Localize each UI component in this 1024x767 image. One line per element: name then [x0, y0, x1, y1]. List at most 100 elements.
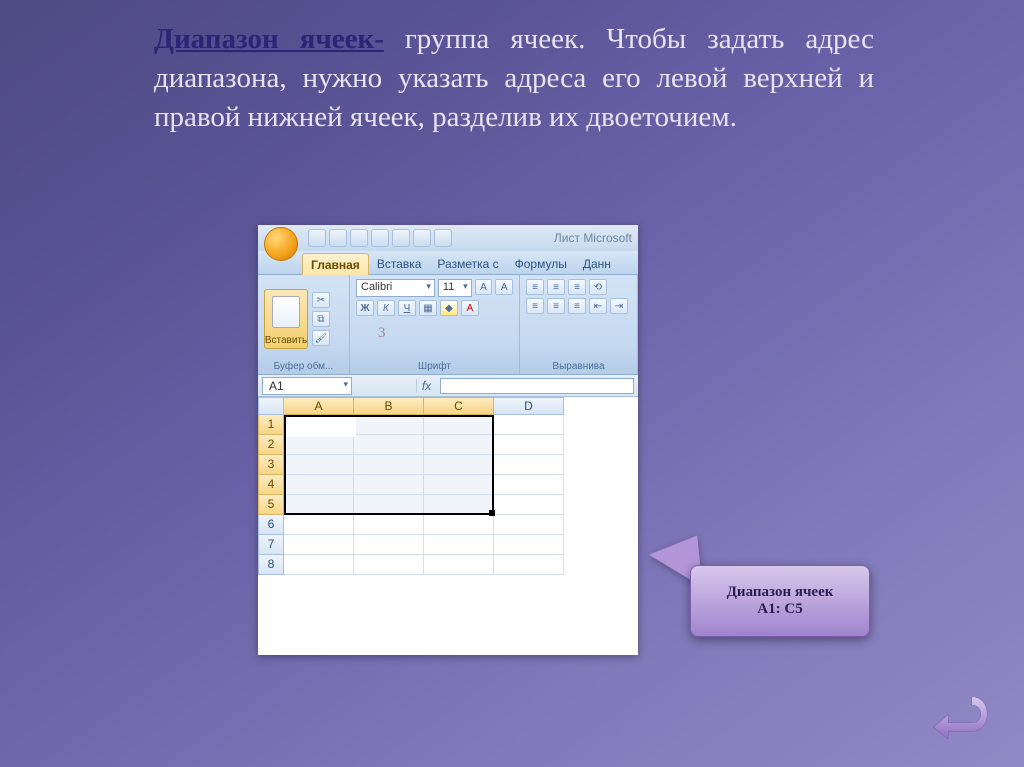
row-header[interactable]: 4	[258, 475, 284, 495]
align-bottom-icon[interactable]: ≡	[568, 279, 586, 295]
format-painter-icon[interactable]: 🖌	[312, 330, 330, 346]
row-header[interactable]: 1	[258, 415, 284, 435]
qat-btn[interactable]	[413, 229, 431, 247]
align-left-icon[interactable]: ≡	[526, 298, 544, 314]
cell[interactable]	[284, 555, 354, 575]
table-row: 5	[258, 495, 638, 515]
align-right-icon[interactable]: ≡	[568, 298, 586, 314]
cell[interactable]	[354, 515, 424, 535]
border-icon[interactable]: ▦	[419, 300, 437, 316]
col-header[interactable]: A	[284, 397, 354, 415]
decrease-indent-icon[interactable]: ⇤	[589, 298, 607, 314]
tab-formulas[interactable]: Формулы	[507, 253, 575, 274]
cell[interactable]	[424, 495, 494, 515]
cell[interactable]	[424, 435, 494, 455]
font-size-combo[interactable]: 11	[438, 279, 472, 297]
cell[interactable]	[354, 535, 424, 555]
orientation-icon[interactable]: ⟲	[589, 279, 607, 295]
cell[interactable]	[354, 455, 424, 475]
table-row: 4	[258, 475, 638, 495]
cell[interactable]	[424, 415, 494, 435]
tab-insert[interactable]: Вставка	[369, 253, 430, 274]
tab-layout[interactable]: Разметка с	[429, 253, 506, 274]
group-label: Шрифт	[356, 359, 513, 372]
qat-save-icon[interactable]	[308, 229, 326, 247]
cell[interactable]	[494, 555, 564, 575]
align-middle-icon[interactable]: ≡	[547, 279, 565, 295]
increase-indent-icon[interactable]: ⇥	[610, 298, 628, 314]
cell[interactable]	[424, 555, 494, 575]
cell[interactable]	[284, 455, 354, 475]
cell[interactable]	[284, 515, 354, 535]
qat-btn[interactable]	[371, 229, 389, 247]
tab-data[interactable]: Данн	[575, 253, 619, 274]
paste-button[interactable]: Вставить	[264, 289, 308, 349]
cell[interactable]	[284, 435, 354, 455]
underline-button[interactable]: Ч	[398, 300, 416, 316]
align-center-icon[interactable]: ≡	[547, 298, 565, 314]
cell[interactable]	[354, 435, 424, 455]
cell[interactable]	[284, 475, 354, 495]
table-row: 8	[258, 555, 638, 575]
col-header[interactable]: D	[494, 397, 564, 415]
cell[interactable]	[494, 435, 564, 455]
office-button-icon[interactable]	[264, 227, 298, 261]
italic-button[interactable]: К	[377, 300, 395, 316]
qat-undo-icon[interactable]	[329, 229, 347, 247]
cell[interactable]	[424, 515, 494, 535]
column-headers: A B C D	[258, 397, 638, 415]
qat-btn[interactable]	[434, 229, 452, 247]
formula-input[interactable]	[440, 378, 634, 394]
row-header[interactable]: 8	[258, 555, 284, 575]
cell[interactable]	[354, 475, 424, 495]
excel-screenshot: Лист Microsoft Главная Вставка Разметка …	[258, 225, 638, 655]
cut-icon[interactable]: ✂	[312, 292, 330, 308]
group-label: Выравнива	[526, 359, 631, 372]
ribbon: Вставить ✂ ⧉ 🖌 Буфер обм... Calibri 11 A…	[258, 275, 638, 375]
cell[interactable]	[354, 555, 424, 575]
group-clipboard: Вставить ✂ ⧉ 🖌 Буфер обм...	[258, 275, 350, 374]
row-header[interactable]: 6	[258, 515, 284, 535]
col-header[interactable]: C	[424, 397, 494, 415]
select-all-corner[interactable]	[258, 397, 284, 415]
cell[interactable]	[494, 535, 564, 555]
back-button[interactable]	[932, 697, 988, 739]
cell[interactable]	[424, 535, 494, 555]
fill-color-icon[interactable]: ◆	[440, 300, 458, 316]
font-name-combo[interactable]: Calibri	[356, 279, 435, 297]
cell[interactable]	[354, 415, 424, 435]
formula-bar: A1 fx	[258, 375, 638, 397]
cell[interactable]	[424, 475, 494, 495]
group-font: Calibri 11 A A Ж К Ч ▦ ◆ A Шрифт	[350, 275, 520, 374]
row-header[interactable]: 3	[258, 455, 284, 475]
grow-font-icon[interactable]: A	[475, 279, 493, 295]
term: Диапазон ячеек-	[154, 23, 384, 55]
qat-btn[interactable]	[392, 229, 410, 247]
cell[interactable]	[284, 415, 354, 435]
tab-home[interactable]: Главная	[302, 253, 369, 275]
shrink-font-icon[interactable]: A	[495, 279, 513, 295]
table-row: 2	[258, 435, 638, 455]
cell[interactable]	[494, 455, 564, 475]
cell[interactable]	[424, 455, 494, 475]
worksheet-grid[interactable]: A B C D 12345678	[258, 397, 638, 575]
cell[interactable]	[284, 495, 354, 515]
table-row: 7	[258, 535, 638, 555]
col-header[interactable]: B	[354, 397, 424, 415]
cell[interactable]	[494, 495, 564, 515]
cell[interactable]	[284, 535, 354, 555]
row-header[interactable]: 2	[258, 435, 284, 455]
align-top-icon[interactable]: ≡	[526, 279, 544, 295]
row-header[interactable]: 5	[258, 495, 284, 515]
copy-icon[interactable]: ⧉	[312, 311, 330, 327]
qat-redo-icon[interactable]	[350, 229, 368, 247]
cell[interactable]	[494, 515, 564, 535]
bold-button[interactable]: Ж	[356, 300, 374, 316]
cell[interactable]	[494, 415, 564, 435]
name-box[interactable]: A1	[262, 377, 352, 395]
cell[interactable]	[494, 475, 564, 495]
cell[interactable]	[354, 495, 424, 515]
font-color-icon[interactable]: A	[461, 300, 479, 316]
row-header[interactable]: 7	[258, 535, 284, 555]
fx-icon[interactable]: fx	[416, 379, 436, 393]
